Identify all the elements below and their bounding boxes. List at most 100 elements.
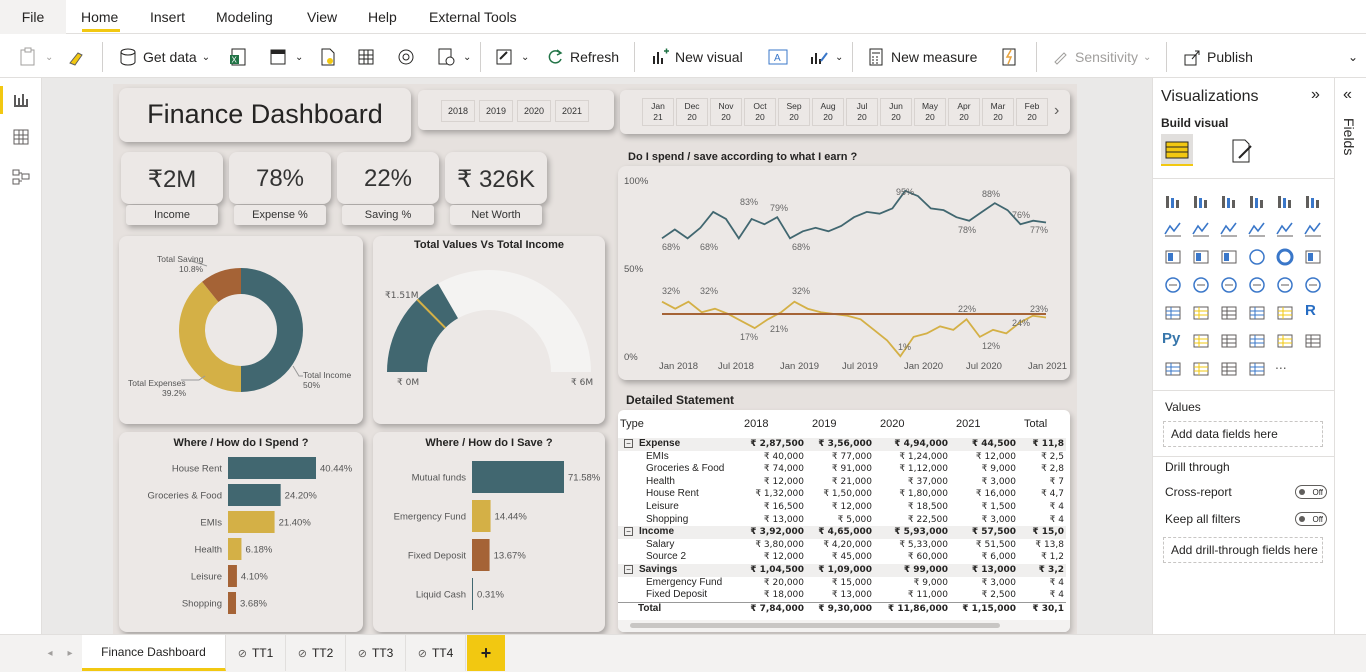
slicer-icon[interactable] — [1219, 304, 1239, 322]
matrix-header[interactable]: 2020 — [874, 410, 950, 438]
multi-row-card-icon[interactable] — [1163, 304, 1183, 322]
year-2021[interactable]: 2021 — [555, 100, 589, 122]
gauge-icon[interactable] — [1275, 276, 1295, 294]
treemap-icon[interactable] — [1303, 248, 1323, 266]
month-item[interactable]: Dec 20 — [676, 98, 708, 126]
new-visual-button[interactable]: New visual — [650, 46, 743, 68]
report-view-icon[interactable] — [12, 90, 30, 108]
bar-shopping[interactable] — [228, 592, 237, 614]
month-item[interactable]: Jul 20 — [846, 98, 878, 126]
detailed-statement-matrix[interactable]: Type 2018 2019 2020 2021 Total − Expense ₹ 2,87… — [618, 410, 1070, 632]
paginated-icon[interactable] — [1163, 360, 1183, 378]
month-item[interactable]: Nov 20 — [710, 98, 742, 126]
bar-fixed-deposit[interactable] — [472, 539, 490, 571]
line-column-icon[interactable] — [1247, 220, 1267, 238]
100-bar-icon[interactable] — [1275, 192, 1295, 210]
cross-report-toggle[interactable]: Off — [1295, 485, 1327, 499]
tab-scroll-right-icon[interactable]: ▸ — [62, 635, 78, 671]
tab-scroll-left-icon[interactable]: ◂ — [42, 635, 58, 671]
donut-slice-total-income[interactable] — [241, 268, 303, 392]
drill-through-well[interactable]: Add drill-through fields here — [1163, 537, 1323, 563]
key-influencers-icon[interactable] — [1191, 332, 1211, 350]
menu-external-tools[interactable]: External Tools — [429, 9, 517, 25]
tab-tt1[interactable]: ⊘ TT1 — [226, 635, 286, 671]
bar-liquid-cash[interactable] — [472, 578, 473, 610]
year-2018[interactable]: 2018 — [441, 100, 475, 122]
power-apps-icon[interactable] — [1191, 360, 1211, 378]
collapse-ribbon-icon[interactable]: ⌄ — [1348, 46, 1358, 68]
fields-pane-collapsed[interactable]: « Fields — [1334, 78, 1366, 634]
matrix-horizontal-scrollbar[interactable] — [618, 620, 1070, 632]
filled-map-icon[interactable] — [1191, 276, 1211, 294]
bar-leisure[interactable] — [228, 565, 237, 587]
bar-mutual-funds[interactable] — [472, 461, 564, 493]
month-item[interactable]: May 20 — [914, 98, 946, 126]
tab-tt2[interactable]: ⊘ TT2 — [286, 635, 346, 671]
format-painter-button[interactable] — [66, 46, 86, 68]
enter-data-button[interactable] — [356, 46, 376, 68]
r-visual-icon[interactable]: R — [1305, 302, 1325, 320]
matrix-icon[interactable] — [1275, 304, 1295, 322]
bar-health[interactable] — [228, 538, 242, 560]
smart-narrative-icon[interactable] — [1275, 332, 1295, 350]
qa-icon[interactable] — [1247, 332, 1267, 350]
menu-insert[interactable]: Insert — [150, 9, 185, 25]
month-item[interactable]: Apr 20 — [948, 98, 980, 126]
matrix-header[interactable]: 2019 — [806, 410, 874, 438]
line-icon[interactable] — [1163, 220, 1183, 238]
table-icon[interactable] — [1247, 304, 1267, 322]
shape-map-icon[interactable] — [1219, 276, 1239, 294]
azure-map-icon[interactable] — [1247, 276, 1267, 294]
tab-tt4[interactable]: ⊘ TT4 — [406, 635, 466, 671]
expand-fields-icon[interactable]: « — [1343, 86, 1352, 104]
month-item[interactable]: Sep 20 — [778, 98, 810, 126]
month-item[interactable]: Oct 20 — [744, 98, 776, 126]
dataflow-button[interactable]: ⌄ — [268, 46, 303, 68]
collapse-viz-icon[interactable]: » — [1311, 86, 1320, 104]
build-visual-tab[interactable] — [1161, 134, 1193, 166]
bar-house-rent[interactable] — [228, 457, 316, 479]
paste-button[interactable]: ⌄ — [18, 46, 53, 68]
add-page-button[interactable]: + — [467, 635, 505, 671]
line-clustered-icon[interactable] — [1275, 220, 1295, 238]
collapse-icon[interactable]: − — [624, 439, 633, 448]
donut-slice-total-expenses[interactable] — [179, 281, 241, 392]
bar-emergency-fund[interactable] — [472, 500, 491, 532]
refresh-button[interactable]: Refresh — [545, 46, 619, 68]
matrix-header[interactable]: Type — [618, 410, 738, 438]
transform-data-button[interactable]: ⌄ — [436, 46, 471, 68]
tab-tt3[interactable]: ⊘ TT3 — [346, 635, 406, 671]
month-item[interactable]: Jan 21 — [642, 98, 674, 126]
model-view-icon[interactable] — [12, 168, 30, 186]
month-item[interactable]: Mar 20 — [982, 98, 1014, 126]
pie-icon[interactable] — [1247, 248, 1267, 266]
bar-emis[interactable] — [228, 511, 275, 533]
more-visuals-button[interactable]: ⌄ — [808, 46, 843, 68]
matrix-header[interactable]: 2018 — [738, 410, 806, 438]
keep-filters-toggle[interactable]: Off — [1295, 512, 1327, 526]
menu-home[interactable]: Home — [81, 9, 118, 25]
donut-icon[interactable] — [1275, 248, 1295, 266]
tab-finance-dashboard[interactable]: Finance Dashboard — [82, 635, 226, 671]
year-2020[interactable]: 2020 — [517, 100, 551, 122]
power-automate-icon[interactable] — [1219, 360, 1239, 378]
goals-icon[interactable] — [1303, 332, 1323, 350]
menu-modeling[interactable]: Modeling — [216, 9, 273, 25]
transform-button[interactable]: ⌄ — [494, 46, 529, 68]
stacked-area-icon[interactable] — [1219, 220, 1239, 238]
waterfall-icon[interactable] — [1163, 248, 1183, 266]
publish-button[interactable]: Publish — [1182, 46, 1253, 68]
matrix-header[interactable]: Total — [1018, 410, 1066, 438]
stacked-bar-icon[interactable] — [1163, 192, 1183, 210]
matrix-header[interactable]: 2021 — [950, 410, 1018, 438]
year-2019[interactable]: 2019 — [479, 100, 513, 122]
excel-button[interactable]: X — [228, 46, 248, 68]
sensitivity-button[interactable]: Sensitivity ⌄ — [1050, 46, 1151, 68]
100-column-icon[interactable] — [1303, 192, 1323, 210]
data-view-icon[interactable] — [12, 128, 30, 146]
quick-measure-button[interactable] — [999, 46, 1019, 68]
collapse-icon[interactable]: − — [624, 564, 633, 574]
funnel-icon[interactable] — [1191, 248, 1211, 266]
recent-sources-button[interactable] — [396, 46, 416, 68]
decomposition-tree-icon[interactable] — [1219, 332, 1239, 350]
